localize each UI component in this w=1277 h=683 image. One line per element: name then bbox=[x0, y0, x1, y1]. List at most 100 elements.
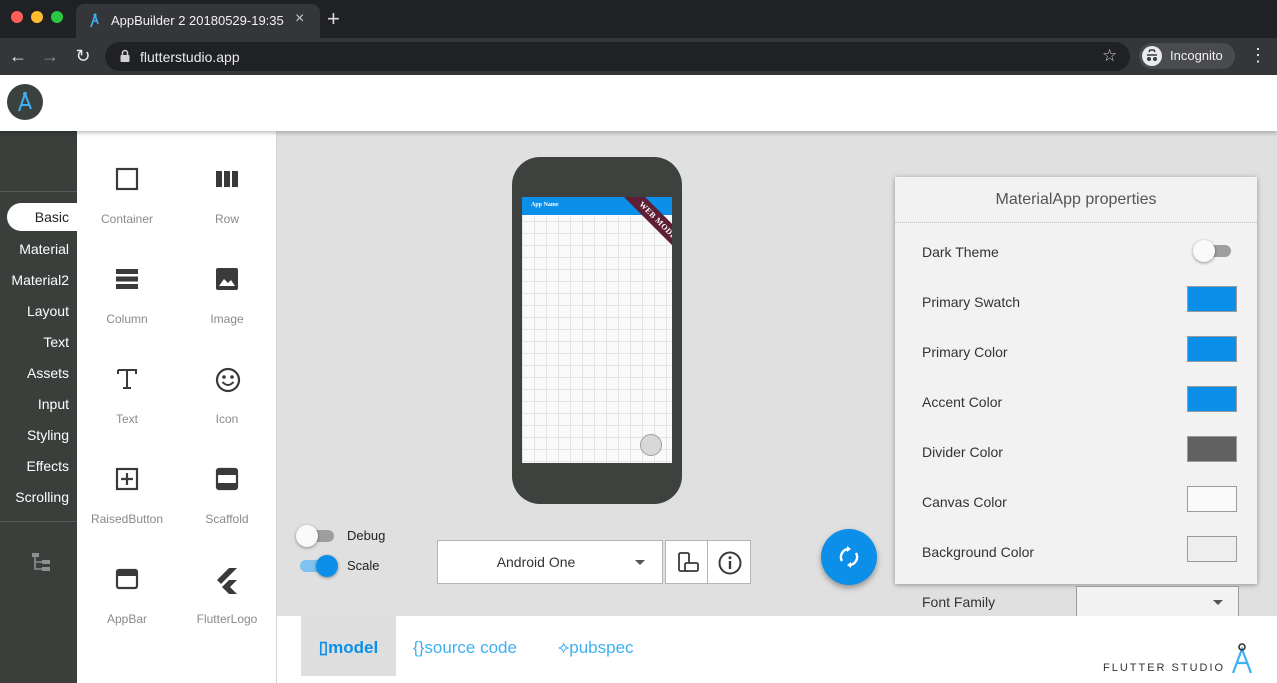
primary-swatch-label: Primary Swatch bbox=[922, 294, 1021, 310]
close-window-button[interactable] bbox=[11, 11, 23, 23]
sidebar-item-text[interactable]: Text bbox=[43, 334, 69, 350]
sidebar-item-styling[interactable]: Styling bbox=[27, 427, 69, 443]
reload-button[interactable]: ↻ bbox=[71, 44, 95, 68]
accent-color-picker[interactable] bbox=[1187, 386, 1237, 412]
close-tab-icon[interactable]: × bbox=[295, 10, 304, 28]
tab-source-code[interactable]: {}source code bbox=[413, 616, 517, 676]
info-icon bbox=[718, 551, 742, 575]
info-button[interactable] bbox=[707, 540, 751, 584]
widget-label: Text bbox=[115, 412, 138, 426]
forward-button[interactable]: → bbox=[38, 44, 62, 68]
refresh-button[interactable] bbox=[821, 529, 877, 585]
debug-label: Debug bbox=[347, 528, 386, 543]
widget-label: Scaffold bbox=[205, 512, 249, 526]
compass-logo-icon bbox=[18, 91, 32, 112]
widget-label: Container bbox=[100, 212, 154, 226]
sidebar-item-input[interactable]: Input bbox=[38, 396, 69, 412]
scaffold-icon bbox=[215, 467, 239, 491]
widget-icon[interactable]: Icon bbox=[177, 331, 277, 431]
app-header bbox=[0, 75, 1277, 131]
widget-text[interactable]: Text bbox=[77, 331, 177, 431]
primary-color-picker[interactable] bbox=[1187, 336, 1237, 362]
app-logo[interactable] bbox=[7, 84, 43, 120]
sidebar-item-basic[interactable]: Basic bbox=[7, 203, 77, 231]
widget-row[interactable]: Row bbox=[177, 131, 277, 231]
widget-column[interactable]: Column bbox=[77, 231, 177, 331]
phone-fab[interactable] bbox=[640, 434, 662, 456]
widget-appbar[interactable]: AppBar bbox=[77, 531, 177, 631]
widget-flutterlogo[interactable]: FlutterLogo bbox=[177, 531, 277, 631]
canvas-color-label: Canvas Color bbox=[922, 494, 1007, 510]
sidebar-item-material2[interactable]: Material2 bbox=[11, 272, 69, 288]
image-icon bbox=[216, 268, 238, 290]
incognito-badge[interactable]: Incognito bbox=[1139, 43, 1235, 69]
minimize-window-button[interactable] bbox=[31, 11, 43, 23]
bookmark-star-icon[interactable]: ☆ bbox=[1102, 46, 1117, 66]
widget-tree-icon[interactable] bbox=[30, 551, 52, 573]
sidebar-item-effects[interactable]: Effects bbox=[26, 458, 69, 474]
browser-toolbar: ← → ↻ flutterstudio.app ☆ Incognito ⋮ bbox=[0, 38, 1277, 75]
accent-color-label: Accent Color bbox=[922, 394, 1003, 410]
appbar-icon bbox=[115, 568, 139, 590]
flutter-logo-icon bbox=[217, 568, 237, 594]
widget-scaffold[interactable]: Scaffold bbox=[177, 431, 277, 531]
dark-theme-toggle[interactable] bbox=[1193, 240, 1233, 262]
tab-model[interactable]: ▯model bbox=[301, 616, 396, 676]
sidebar-item-scrolling[interactable]: Scrolling bbox=[15, 489, 69, 505]
font-family-select[interactable] bbox=[1076, 586, 1239, 618]
widget-palette: Container Row Column Image Text Icon Rai… bbox=[77, 131, 277, 683]
compass-logo-icon bbox=[1231, 643, 1253, 674]
device-select[interactable]: Android One bbox=[437, 540, 663, 584]
scale-label: Scale bbox=[347, 558, 380, 573]
address-bar[interactable]: flutterstudio.app ☆ bbox=[105, 42, 1130, 71]
code-check-icon: ⟡ bbox=[558, 638, 570, 657]
sidebar-item-assets[interactable]: Assets bbox=[27, 365, 69, 381]
screen-rotation-icon bbox=[678, 552, 699, 572]
sidebar-divider bbox=[0, 191, 77, 192]
widget-label: Row bbox=[214, 212, 239, 226]
phone-app-title: App Name bbox=[531, 202, 559, 208]
column-icon bbox=[116, 269, 138, 289]
browser-tab[interactable]: AppBuilder 2 20180529-19:35 × bbox=[76, 4, 320, 38]
phone-screen[interactable]: App Name WEB MODE bbox=[522, 197, 672, 463]
flutter-studio-favicon-icon bbox=[90, 13, 99, 28]
new-tab-button[interactable]: + bbox=[327, 8, 340, 30]
dark-theme-thumb bbox=[1193, 240, 1215, 262]
font-family-label: Font Family bbox=[922, 594, 996, 610]
smiley-icon bbox=[215, 367, 241, 393]
primary-swatch-picker[interactable] bbox=[1187, 286, 1237, 312]
sidebar-item-material[interactable]: Material bbox=[19, 241, 69, 257]
widget-label: Column bbox=[106, 312, 148, 326]
maximize-window-button[interactable] bbox=[51, 11, 63, 23]
widget-label: RaisedButton bbox=[90, 512, 164, 526]
device-select-value: Android One bbox=[496, 554, 576, 570]
container-icon bbox=[115, 167, 139, 191]
primary-color-label: Primary Color bbox=[922, 344, 1008, 360]
widget-raisedbutton[interactable]: RaisedButton bbox=[77, 431, 177, 531]
widget-label: Icon bbox=[215, 412, 239, 426]
browser-tabbar: AppBuilder 2 20180529-19:35 × + bbox=[0, 0, 1277, 38]
widget-container[interactable]: Container bbox=[77, 131, 177, 231]
text-icon bbox=[117, 369, 137, 389]
row-icon bbox=[216, 171, 238, 187]
scale-toggle[interactable] bbox=[296, 555, 338, 577]
category-sidebar: Basic Material Material2 Layout Text Ass… bbox=[0, 131, 77, 683]
url-text: flutterstudio.app bbox=[140, 49, 240, 65]
bottom-tabbar: ▯model {}source code ⟡pubspec FLUTTER ST… bbox=[277, 616, 1277, 683]
sidebar-item-layout[interactable]: Layout bbox=[27, 303, 69, 319]
dark-theme-label: Dark Theme bbox=[922, 244, 999, 260]
code-braces-icon: {} bbox=[413, 638, 425, 657]
tab-pubspec[interactable]: ⟡pubspec bbox=[558, 616, 634, 676]
properties-panel: MaterialApp properties Dark Theme Primar… bbox=[895, 177, 1257, 584]
lock-icon bbox=[120, 49, 130, 62]
chevron-down-icon bbox=[1213, 600, 1223, 605]
background-color-picker[interactable] bbox=[1187, 536, 1237, 562]
chevron-down-icon bbox=[635, 560, 645, 565]
debug-toggle[interactable] bbox=[296, 525, 336, 547]
browser-menu-icon[interactable]: ⋮ bbox=[1249, 46, 1267, 64]
divider-color-picker[interactable] bbox=[1187, 436, 1237, 462]
canvas-color-picker[interactable] bbox=[1187, 486, 1237, 512]
rotate-device-button[interactable] bbox=[665, 540, 709, 584]
widget-image[interactable]: Image bbox=[177, 231, 277, 331]
back-button[interactable]: ← bbox=[6, 44, 30, 68]
